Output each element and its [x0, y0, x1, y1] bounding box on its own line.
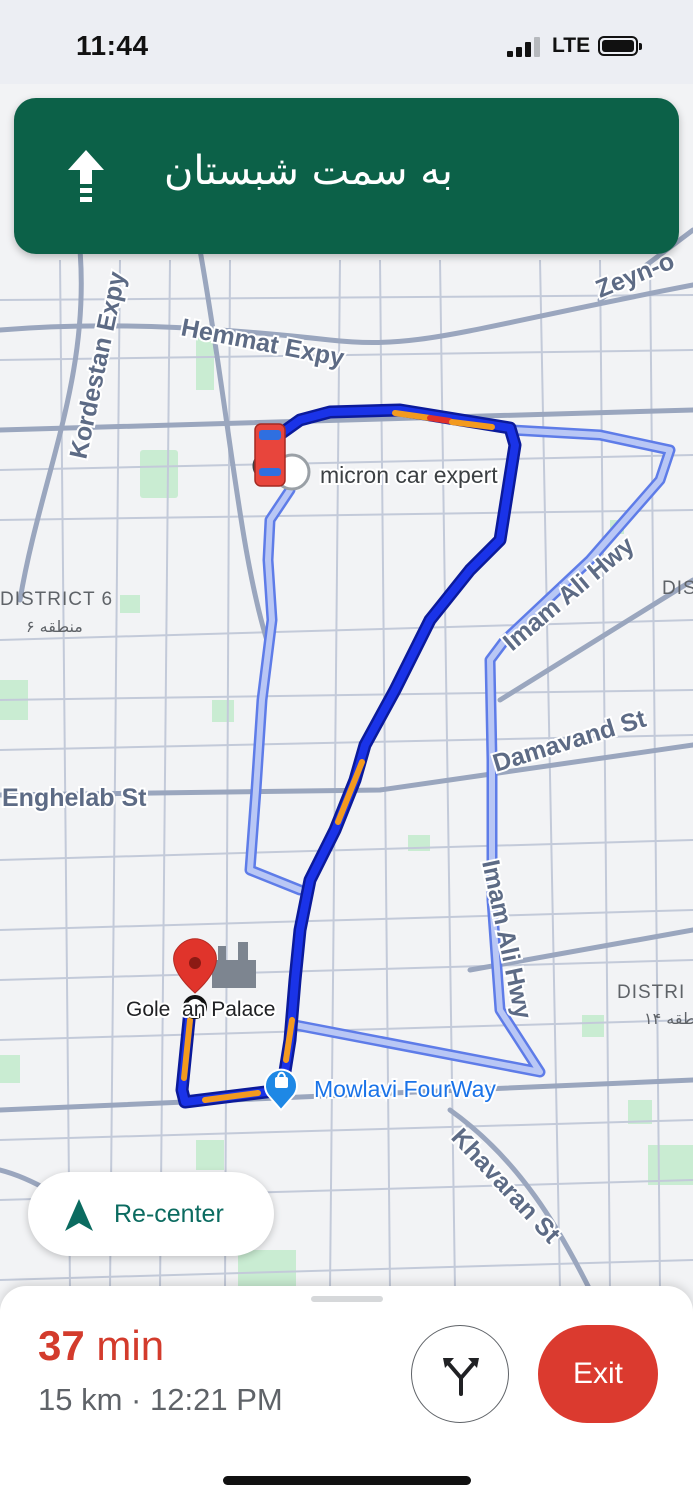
- recenter-label: Re-center: [114, 1200, 224, 1228]
- navigation-instruction-text: به سمت شبستان: [164, 148, 453, 194]
- district-label-right: DIS: [662, 578, 693, 599]
- trip-summary-sheet[interactable]: 37 min 15 km · 12:21 PM Exit: [0, 1286, 693, 1500]
- details-separator: ·: [131, 1382, 142, 1417]
- trip-details: 15 km · 12:21 PM: [38, 1382, 283, 1418]
- destination-label[interactable]: Gole an Palace: [124, 996, 277, 1023]
- exit-navigation-button[interactable]: Exit: [538, 1325, 658, 1423]
- navigation-arrow-icon: [65, 1199, 93, 1231]
- duration-value: 37: [38, 1322, 85, 1369]
- home-indicator[interactable]: [223, 1476, 471, 1485]
- battery-icon: [598, 36, 642, 56]
- straight-arrow-icon: [68, 150, 104, 202]
- alternate-routes-button[interactable]: [411, 1325, 509, 1423]
- poi-label-mowlavi[interactable]: Mowlavi FourWay: [312, 1074, 498, 1104]
- trip-duration: 37 min: [38, 1322, 164, 1370]
- district-label-right-lower-fa: منطقه ۱۴: [644, 1009, 693, 1028]
- clock: 11:44: [76, 30, 149, 61]
- split-routes-icon: [443, 1358, 479, 1396]
- district-label-6-fa: منطقه ۶: [26, 617, 83, 636]
- road-label-enghelab: Enghelab St: [2, 784, 147, 812]
- district-label-6: DISTRICT 6: [0, 589, 113, 610]
- origin-label[interactable]: micron car expert: [318, 460, 500, 490]
- trip-distance: 15 km: [38, 1382, 123, 1417]
- arrival-time: 12:21 PM: [150, 1382, 283, 1417]
- status-bar: 11:44 LTE: [0, 0, 693, 84]
- sheet-drag-handle[interactable]: [311, 1296, 383, 1302]
- district-label-right-lower: DISTRI: [617, 982, 685, 1003]
- network-type: LTE: [552, 34, 591, 57]
- duration-unit: min: [96, 1322, 165, 1369]
- recenter-button[interactable]: Re-center: [28, 1172, 274, 1256]
- cellular-signal-icon: [507, 37, 543, 57]
- navigation-instruction-banner[interactable]: به سمت شبستان: [14, 98, 679, 254]
